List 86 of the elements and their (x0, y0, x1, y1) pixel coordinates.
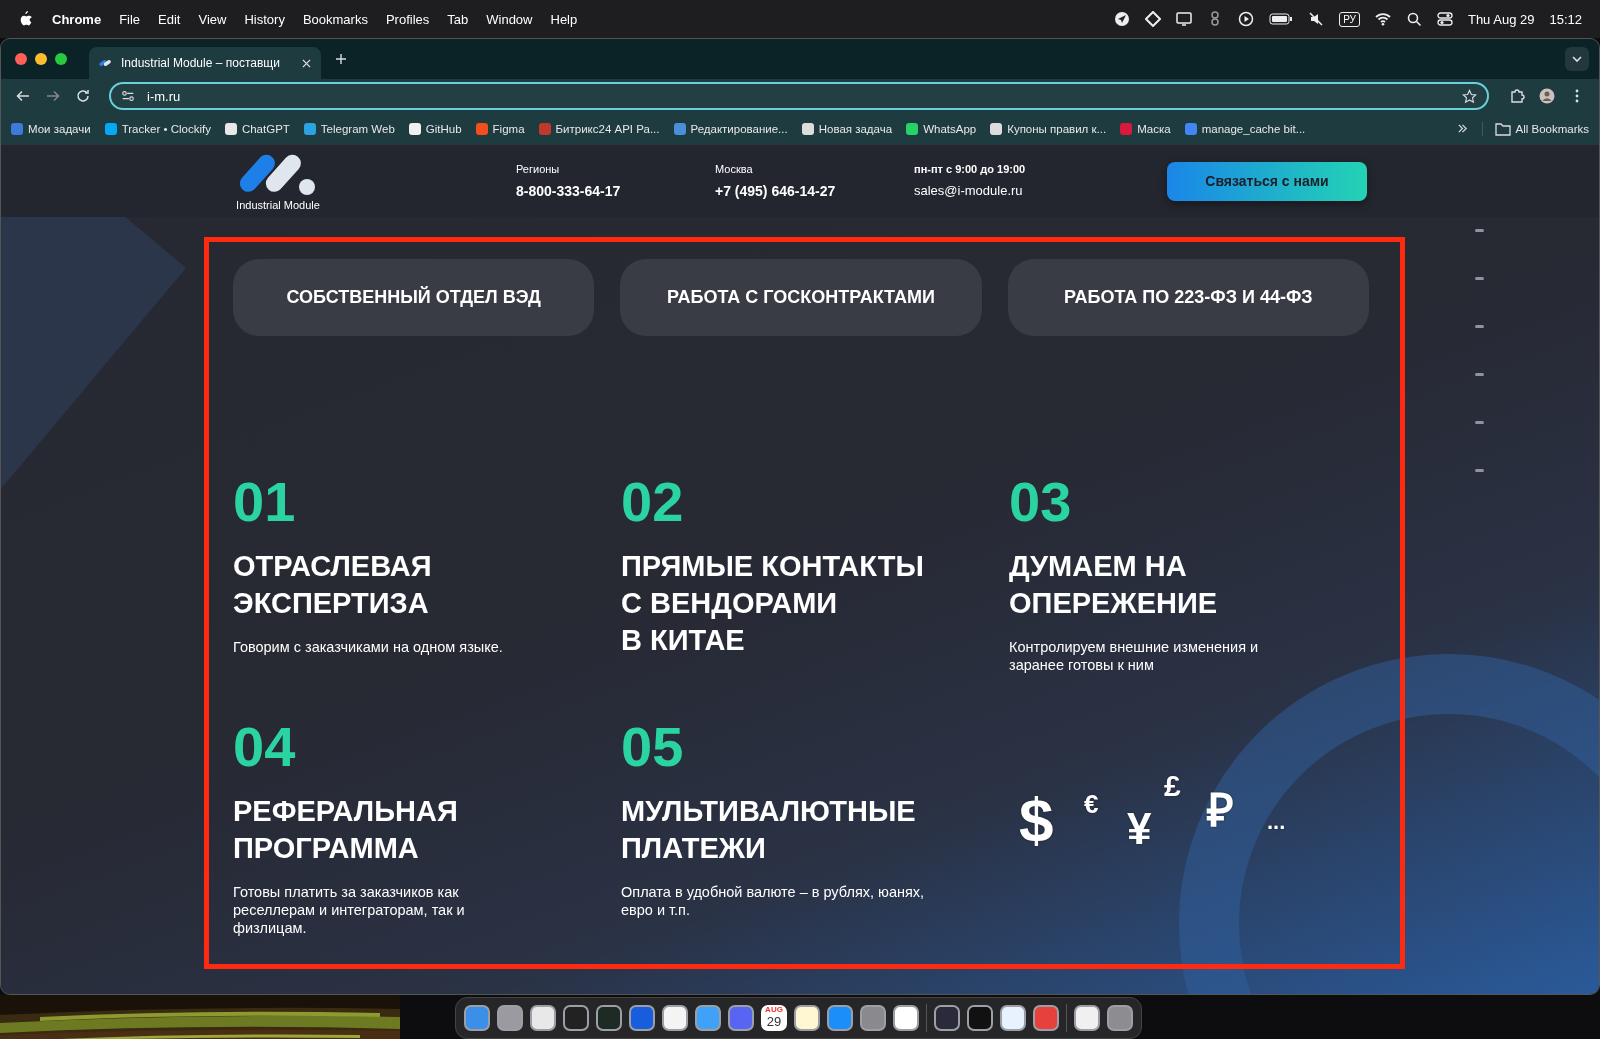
play-icon[interactable] (1238, 11, 1255, 27)
currency-symbol: ... (1267, 811, 1286, 833)
bookmark[interactable]: Маска (1120, 122, 1171, 135)
bookmark[interactable]: manage_cache bit... (1184, 122, 1306, 135)
contact-value[interactable]: 8-800-333-64-17 (516, 183, 715, 199)
contact-value[interactable]: +7 (495) 646-14-27 (715, 183, 914, 199)
bookmark[interactable]: Новая задача (801, 122, 893, 135)
bookmark[interactable]: Битрикс24 API Ра... (538, 122, 660, 135)
bookmark[interactable]: Редактирование... (673, 122, 788, 135)
feature-number: 05 (621, 719, 685, 775)
menu-bar-time[interactable]: 15:12 (1549, 11, 1582, 27)
browser-tab[interactable]: Industrial Module – поставщи (89, 47, 321, 79)
feature-title: МУЛЬТИВАЛЮТНЫЕ ПЛАТЕЖИ (621, 794, 917, 866)
feature-number: 03 (1009, 474, 1073, 530)
menu-bar-date[interactable]: Thu Aug 29 (1467, 11, 1535, 27)
menu-item[interactable]: File (119, 11, 141, 27)
feature-title: РЕФЕРАЛЬНАЯ ПРОГРАММА (233, 794, 459, 866)
bookmark-star-icon[interactable] (1462, 88, 1477, 104)
menu-item[interactable]: Window (486, 11, 533, 27)
currency-symbol: $ (1019, 789, 1054, 851)
monitor-icon[interactable] (1176, 11, 1193, 27)
back-icon[interactable] (15, 88, 31, 104)
reload-icon[interactable] (75, 88, 91, 104)
currency-symbol: ₽ (1207, 787, 1234, 833)
close-window-button[interactable] (15, 53, 27, 65)
bookmark[interactable]: GitHub (408, 122, 462, 135)
feature-pill: РАБОТА С ГОСКОНТРАКТАМИ (620, 259, 982, 336)
app-menu[interactable]: Chrome (52, 11, 102, 27)
feature-title: ПРЯМЫЕ КОНТАКТЫ С ВЕНДОРАМИ В КИТАЕ (621, 549, 925, 658)
feature-text: Оплата в удобной валюте – в рублях, юанях, евро и т.п. (621, 883, 926, 919)
site-settings-icon[interactable] (121, 89, 135, 103)
favicon-icon (99, 58, 113, 68)
bookmark[interactable]: Figma (475, 122, 525, 135)
site-logo[interactable]: Industrial Module (233, 151, 323, 211)
search-icon[interactable] (1405, 11, 1422, 27)
apple-logo-icon[interactable] (18, 11, 32, 27)
more-bookmarks-icon[interactable] (1456, 123, 1468, 134)
feature-text: Готовы платить за заказчиков как реселлерам и интеграторам, так и физлицам. (233, 883, 466, 937)
feature-pill: РАБОТА ПО 223-ФЗ И 44-ФЗ (1007, 259, 1369, 336)
address-bar[interactable]: i-m.ru (109, 82, 1489, 110)
minimize-window-button[interactable] (35, 53, 47, 65)
calendar-icon[interactable]: AUG 29 (761, 1005, 787, 1031)
bookmark[interactable]: Купоны правил к... (990, 122, 1107, 135)
zoom-window-button[interactable] (55, 53, 67, 65)
contact-us-button[interactable]: Связаться с нами (1167, 161, 1367, 201)
feature-number: 02 (621, 474, 685, 530)
diamond-icon[interactable] (1145, 11, 1162, 27)
currency-symbol: £ (1164, 771, 1181, 801)
input-source-indicator[interactable]: РУ (1339, 11, 1360, 27)
forward-icon[interactable] (45, 88, 61, 104)
contact-label: Москва (715, 163, 754, 175)
menu-item[interactable]: Profiles (385, 11, 430, 27)
new-tab-icon[interactable] (335, 53, 347, 65)
menu-item[interactable]: Tab (447, 11, 469, 27)
bookmark[interactable]: Мои задачи (11, 122, 91, 135)
contact-label: пн-пт с 9:00 до 19:00 (914, 163, 1027, 175)
menu-item[interactable]: View (198, 11, 227, 27)
wifi-icon[interactable] (1374, 11, 1391, 27)
currency-symbol: € (1084, 791, 1099, 817)
feature-pill: СОБСТВЕННЫЙ ОТДЕЛ ВЭД (233, 259, 595, 336)
all-bookmarks-button[interactable]: All Bookmarks (1481, 121, 1589, 136)
feature-text: Говорим с заказчиками на одном языке. (233, 638, 504, 656)
logo-text: Industrial Module (236, 199, 320, 211)
contact-label: Регионы (516, 163, 561, 175)
puzzle-icon[interactable] (1509, 88, 1525, 104)
bookmark[interactable]: ChatGPT (224, 122, 290, 135)
feature-number: 01 (233, 474, 297, 530)
menu-item[interactable]: Help (550, 11, 578, 27)
feature-number: 04 (233, 719, 297, 775)
menu-item[interactable]: Bookmarks (302, 11, 368, 27)
close-tab-icon[interactable] (302, 58, 311, 68)
bookmark[interactable]: Tracker • Clockify (104, 122, 211, 135)
menu-item[interactable]: Edit (158, 11, 181, 27)
profile-avatar-icon[interactable] (1539, 88, 1555, 104)
battery-icon[interactable] (1269, 11, 1294, 27)
feature-text: Контролируем внешние изменения и заранее готовы к ним (1009, 638, 1260, 674)
feature-title: ДУМАЕМ НА ОПЕРЕЖЕНИЕ (1009, 549, 1219, 621)
toggles-icon[interactable] (1436, 11, 1453, 27)
muted-speaker-icon[interactable] (1308, 11, 1325, 27)
currency-symbol: ¥ (1127, 807, 1152, 851)
menu-item[interactable]: History (244, 11, 285, 27)
bookmark[interactable]: WhatsApp (906, 122, 977, 135)
tab-search-button[interactable] (1565, 47, 1589, 71)
bookmark[interactable]: Telegram Web (303, 122, 395, 135)
contact-value[interactable]: sales@i-module.ru (914, 183, 1113, 198)
feature-title: ОТРАСЛЕВАЯ ЭКСПЕРТИЗА (233, 549, 433, 621)
